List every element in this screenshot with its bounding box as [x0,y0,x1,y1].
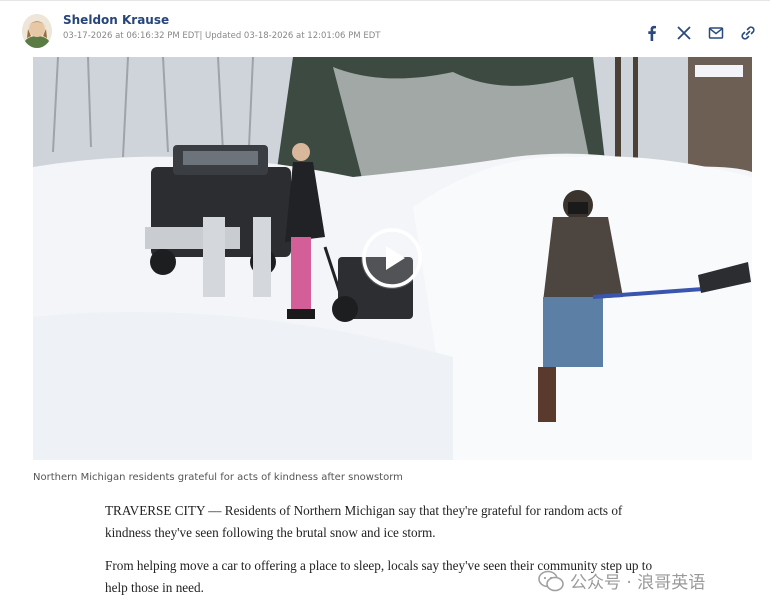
article-paragraph-1: TRAVERSE CITY — Residents of Northern Mi… [105,503,623,540]
email-icon[interactable] [707,24,725,42]
play-button[interactable] [361,227,423,289]
author-name[interactable]: Sheldon Krause [63,13,169,27]
video-caption: Northern Michigan residents grateful for… [33,472,403,483]
x-icon[interactable] [675,24,693,42]
article-timestamps: 03-17-2026 at 06:16:32 PM EDT| Updated 0… [63,31,381,41]
watermark: 公众号 · 浪哥英语 [538,568,705,593]
video-player[interactable] [33,57,752,460]
top-divider [0,0,770,1]
watermark-text: 公众号 · 浪哥英语 [570,573,706,593]
facebook-icon[interactable] [643,24,661,42]
link-icon[interactable] [739,24,757,42]
author-avatar[interactable] [22,14,52,48]
play-icon [362,228,422,288]
wechat-icon [538,570,564,591]
